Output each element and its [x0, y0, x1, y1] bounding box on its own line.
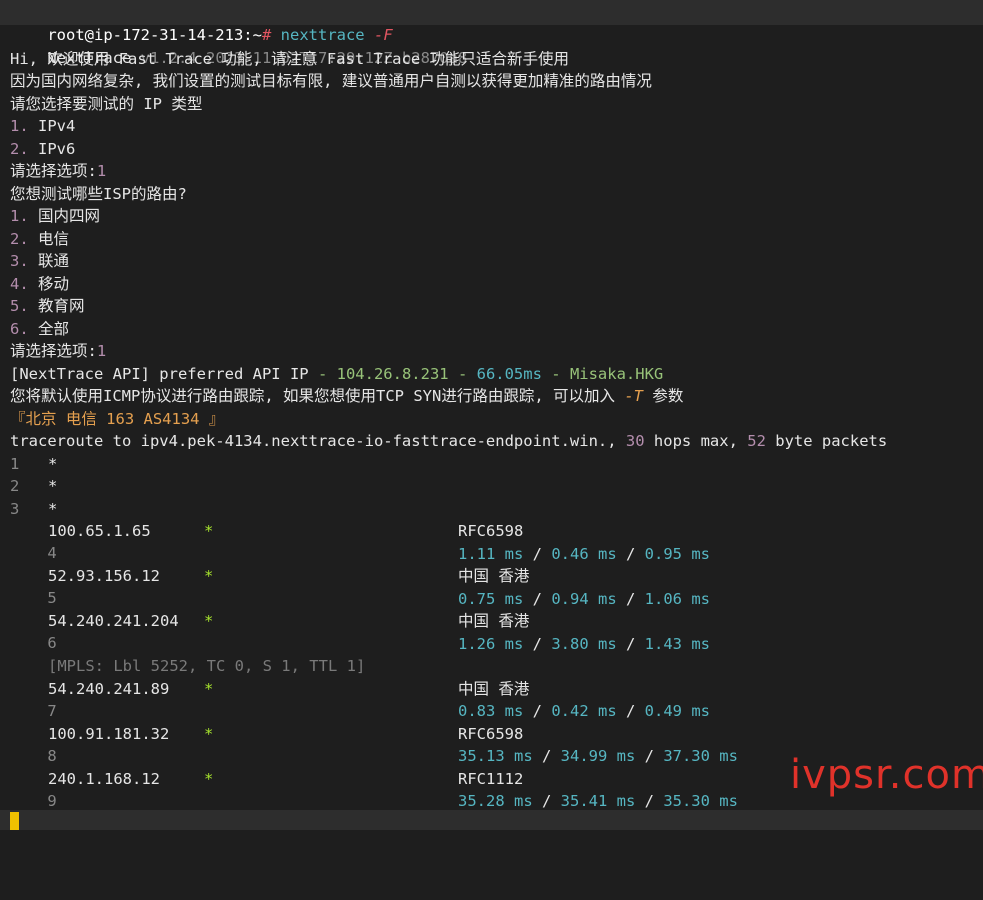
choose-ip-line: 请选择选项:1	[10, 162, 107, 180]
hop-times: 35.13 ms / 34.99 ms / 37.30 ms	[458, 747, 738, 765]
hop-ip: 54.240.241.89	[48, 680, 170, 698]
hop-times: 1.26 ms / 3.80 ms / 1.43 ms	[458, 635, 710, 653]
target-line: 『北京 电信 163 AS4134 』	[10, 410, 225, 428]
hop-times: 1.11 ms / 0.46 ms / 0.95 ms	[458, 545, 710, 563]
icmp-note: 您将默认使用ICMP协议进行路由跟踪, 如果您想使用TCP SYN进行路由跟踪,…	[10, 387, 684, 405]
isp-option: 3. 联通	[10, 252, 70, 270]
ip-option: 1. IPv4	[10, 117, 76, 135]
hop-ip: 100.91.181.32	[48, 725, 170, 743]
tcp-flag: -T	[624, 387, 643, 405]
hop-geo: 中国 香港	[458, 612, 530, 630]
hop-row: 7 54.240.241.89 * 中国 香港	[47, 680, 530, 720]
hop-row: 1 *	[10, 455, 58, 473]
prompt-line: root@ip-172-31-14-213:~# nexttrace -F	[10, 2, 392, 44]
api-latency: 66.05ms	[476, 365, 542, 383]
isp-question: 您想测试哪些ISP的路由?	[10, 185, 187, 203]
hop-times: 0.75 ms / 0.94 ms / 1.06 ms	[458, 590, 710, 608]
isp-option: 6. 全部	[10, 320, 70, 338]
traceroute-header: traceroute to ipv4.pek-4134.nexttrace-io…	[10, 432, 888, 450]
hop-times: 35.28 ms / 35.41 ms / 35.30 ms	[458, 792, 738, 810]
isp-option: 4. 移动	[10, 275, 70, 293]
hop-geo: 中国 香港	[458, 567, 530, 585]
input-line-background	[0, 810, 983, 830]
hop-ip: 100.65.1.65	[48, 522, 151, 540]
api-line: [NextTrace API] preferred API IP - 104.2…	[10, 365, 664, 383]
ip-type-question: 请您选择要测试的 IP 类型	[10, 95, 203, 113]
isp-option: 2. 电信	[10, 230, 70, 248]
ip-option: 2. IPv6	[10, 140, 76, 158]
watermark-logo: ivpsr.com	[790, 752, 983, 798]
hop-row: 8 100.91.181.32 * RFC6598	[47, 725, 524, 765]
hop-row: 5 52.93.156.12 * 中国 香港	[47, 567, 530, 607]
choose-isp-value: 1	[96, 342, 107, 360]
hop-row: 3 *	[10, 500, 58, 518]
hop-ip: 54.240.241.204	[48, 612, 179, 630]
hop-geo: RFC1112	[458, 770, 524, 788]
version-line: NextTrace v1.2.4 2023-11-02T17:29:12Z b2…	[10, 25, 467, 67]
mpls-label: [MPLS: Lbl 5252, TC 0, S 1, TTL 1]	[48, 657, 366, 675]
hop-ip: 52.93.156.12	[48, 567, 160, 585]
hop-row: 4 100.65.1.65 * RFC6598	[47, 522, 524, 562]
choose-isp-line: 请选择选项:1	[10, 342, 107, 360]
hop-geo: 中国 香港	[458, 680, 530, 698]
intro-line-2: 因为国内网络复杂, 我们设置的测试目标有限, 建议普通用户自测以获得更加精准的路…	[10, 72, 652, 90]
isp-option: 5. 教育网	[10, 297, 85, 315]
hop-times: 0.83 ms / 0.42 ms / 0.49 ms	[458, 702, 710, 720]
hop-geo: RFC6598	[458, 522, 524, 540]
terminal-cursor[interactable]	[10, 812, 19, 830]
hop-row: 2 *	[10, 477, 58, 495]
intro-line-1: Hi, 欢迎使用 Fast Trace 功能, 请注意 Fast Trace 功…	[10, 50, 569, 68]
hop-ip: 240.1.168.12	[48, 770, 160, 788]
isp-option: 1. 国内四网	[10, 207, 101, 225]
hop-geo: RFC6598	[458, 725, 524, 743]
api-node: Misaka.HKG	[569, 365, 664, 383]
choose-ip-value: 1	[96, 162, 107, 180]
api-ip: 104.26.8.231	[336, 365, 449, 383]
terminal-window[interactable]: root@ip-172-31-14-213:~# nexttrace -F Ne…	[0, 0, 983, 830]
hop-row: 6 54.240.241.204 * 中国 香港	[47, 612, 530, 652]
